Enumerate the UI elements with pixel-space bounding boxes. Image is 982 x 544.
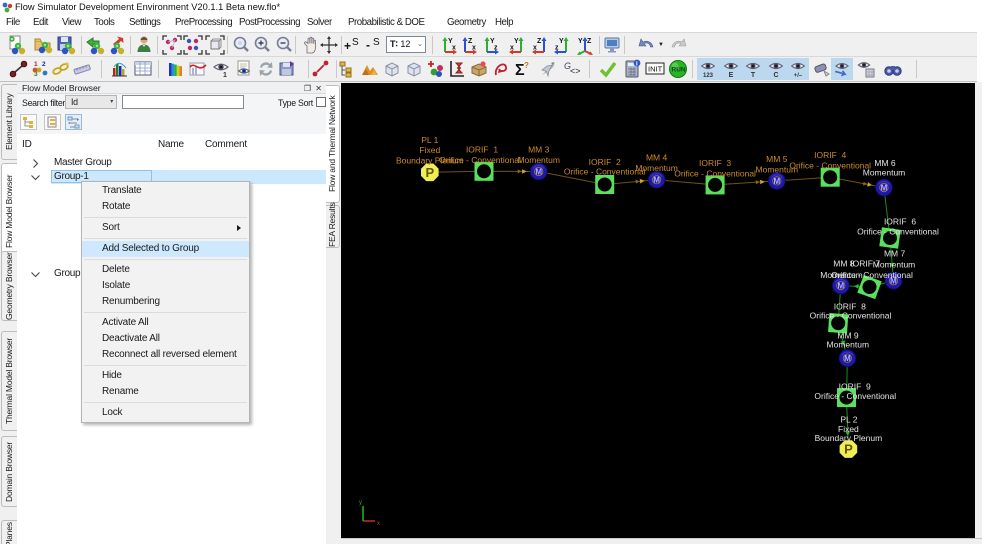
- svg-text:Orifice - Conventional: Orifice - Conventional: [674, 168, 756, 178]
- svg-text:IORIF 2: IORIF 2: [589, 157, 621, 167]
- svg-text:Orifice - Conventional: Orifice - Conventional: [857, 227, 939, 237]
- svg-text:123: 123: [703, 73, 714, 79]
- svg-text:1: 1: [34, 61, 38, 68]
- svg-text:Orifice - Conventional: Orifice - Conventional: [439, 155, 521, 165]
- svg-text:Orifice - Conventional: Orifice - Conventional: [810, 310, 892, 320]
- svg-text:Momentum: Momentum: [635, 163, 678, 173]
- svg-text:x: x: [377, 521, 380, 527]
- svg-text:Orifice - Conventional: Orifice - Conventional: [814, 391, 896, 401]
- svg-text:P: P: [425, 165, 434, 180]
- svg-text:MM 7: MM 7: [884, 249, 906, 259]
- svg-text:z: z: [494, 45, 498, 52]
- svg-text:x: x: [533, 45, 537, 52]
- svg-text:Orifice - Conventional: Orifice - Conventional: [831, 270, 913, 280]
- svg-text:-: -: [366, 38, 370, 52]
- svg-text:IORIF 6: IORIF 6: [884, 217, 916, 227]
- svg-text:T: T: [751, 72, 756, 79]
- svg-text:Boundary Plenum: Boundary Plenum: [815, 433, 883, 443]
- svg-text:PL 1: PL 1: [421, 135, 438, 145]
- svg-text:RUN: RUN: [672, 67, 686, 74]
- svg-text:E: E: [728, 72, 733, 79]
- svg-text:IORIF 4: IORIF 4: [814, 150, 846, 160]
- svg-text:P: P: [844, 442, 853, 457]
- svg-text:IORIF 3: IORIF 3: [699, 158, 731, 168]
- svg-text:+/–: +/–: [794, 73, 803, 79]
- svg-text:Momentum: Momentum: [827, 339, 870, 349]
- svg-text:IORIF 7: IORIF 7: [850, 259, 880, 269]
- svg-text:INIT: INIT: [648, 65, 663, 74]
- svg-text:Orifice - Conventional: Orifice - Conventional: [789, 161, 871, 171]
- svg-text:z: z: [555, 45, 559, 52]
- svg-text:x: x: [452, 45, 456, 52]
- svg-text:Orifice - Conventional: Orifice - Conventional: [564, 167, 646, 177]
- svg-text:Y: Y: [559, 38, 564, 45]
- svg-text:MM 4: MM 4: [646, 153, 668, 163]
- svg-text:x: x: [472, 45, 476, 52]
- svg-text:<>: <>: [570, 66, 581, 76]
- svg-text:MM 3: MM 3: [528, 145, 550, 155]
- svg-text:Z: Z: [537, 38, 542, 45]
- svg-text:MM 6: MM 6: [874, 158, 896, 168]
- svg-text:y: y: [359, 500, 362, 506]
- svg-text:Momentum: Momentum: [517, 155, 560, 165]
- svg-text:IORIF 1: IORIF 1: [466, 145, 498, 155]
- svg-text:2: 2: [42, 61, 46, 68]
- svg-text:C: C: [773, 72, 778, 79]
- svg-text:S: S: [352, 37, 359, 48]
- svg-text:Momentum: Momentum: [863, 168, 906, 178]
- svg-text:Z: Z: [587, 38, 592, 45]
- svg-text:Fixed: Fixed: [419, 145, 440, 155]
- svg-text:Y: Y: [514, 38, 519, 45]
- svg-text:+: +: [344, 39, 351, 53]
- svg-text:?: ?: [524, 61, 529, 70]
- svg-text:S: S: [373, 37, 380, 48]
- svg-text:1: 1: [223, 72, 227, 79]
- svg-text:MM 5: MM 5: [766, 154, 788, 164]
- svg-text:x: x: [510, 45, 514, 52]
- svg-text:Y: Y: [578, 38, 583, 45]
